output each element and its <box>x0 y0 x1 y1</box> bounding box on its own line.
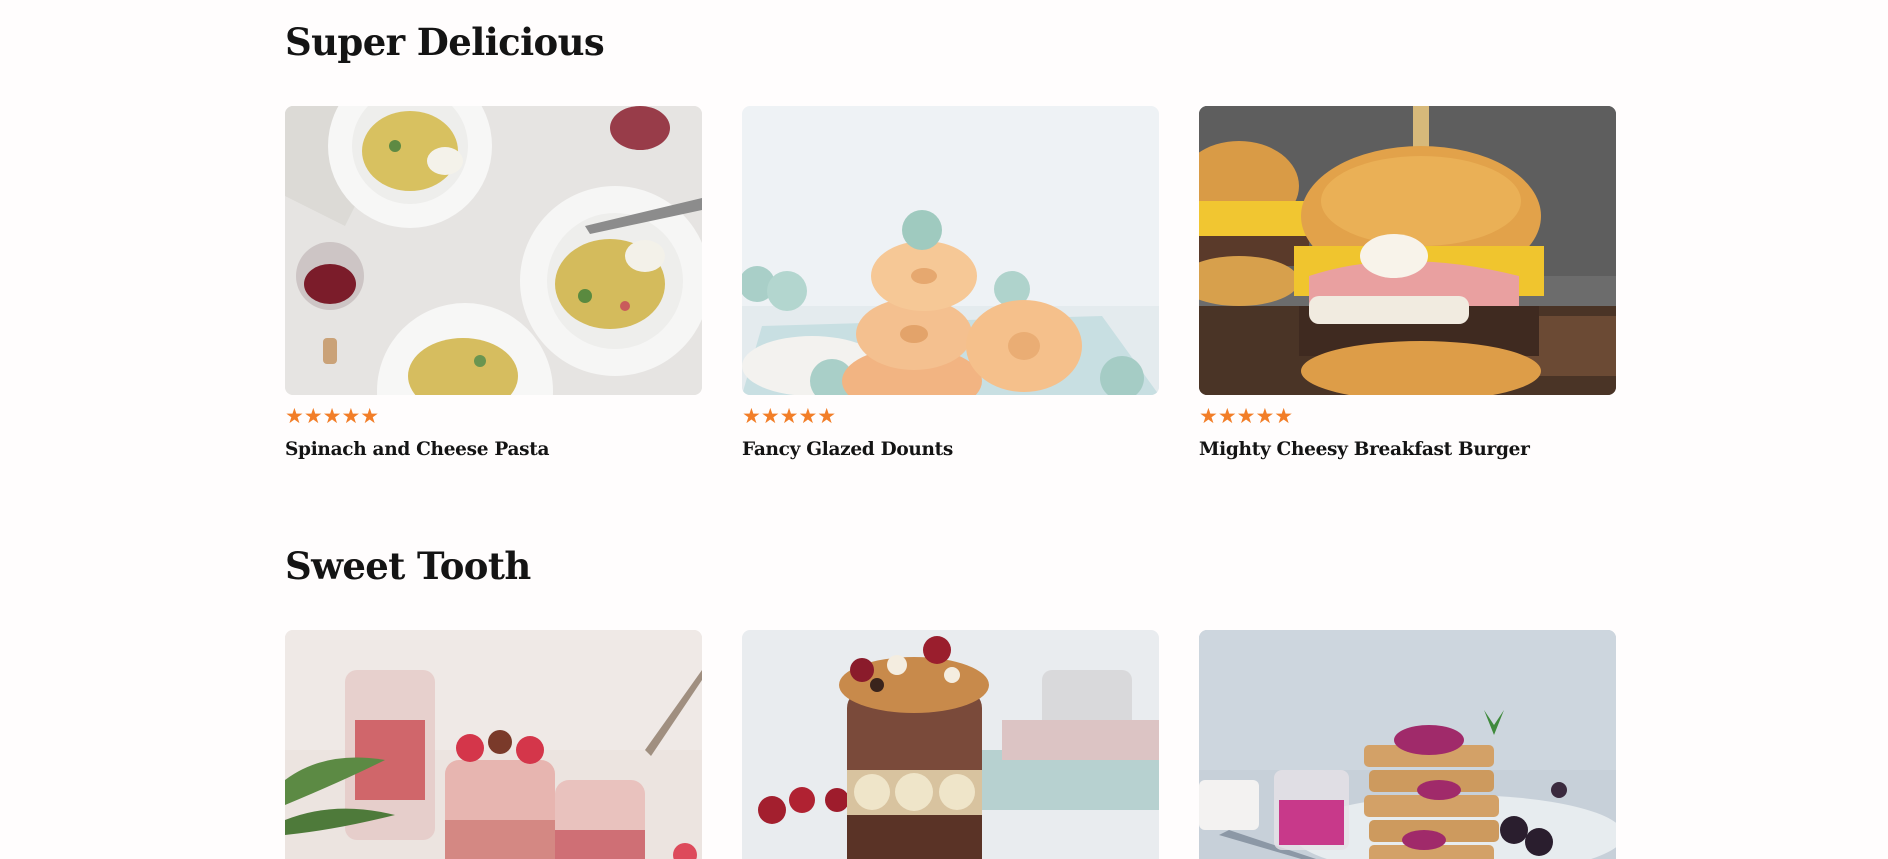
glazed-donuts-photo[interactable] <box>742 106 1159 395</box>
section-title: Sweet Tooth <box>285 544 531 588</box>
section-title: Super Delicious <box>285 20 605 64</box>
rating-stars: ★★★★★ <box>285 404 380 428</box>
recipe-card[interactable]: ★★★★★ Mighty Cheesy Breakfast Burger <box>1199 106 1616 460</box>
rating-stars: ★★★★★ <box>742 404 837 428</box>
recipe-card[interactable]: ★★★★★ Fancy Glazed Dounts <box>742 106 1159 460</box>
recipe-cards: ★★★★★ Spinach and Cheese Pasta ★★★★★ Fan… <box>285 106 1616 460</box>
recipe-card[interactable]: ★★★★★ Spinach and Cheese Pasta <box>285 106 702 460</box>
recipe-cards <box>285 630 1616 859</box>
recipe-card[interactable] <box>285 630 702 859</box>
breakfast-burger-photo[interactable] <box>1199 106 1616 395</box>
chocolate-banana-jar-photo[interactable] <box>742 630 1159 859</box>
berry-parfait-photo[interactable] <box>285 630 702 859</box>
section-sweet-tooth: Sweet Tooth <box>285 544 1616 859</box>
recipe-title[interactable]: Mighty Cheesy Breakfast Burger <box>1199 439 1616 460</box>
berry-waffle-stack-photo[interactable] <box>1199 630 1616 859</box>
recipe-card[interactable] <box>1199 630 1616 859</box>
recipe-card[interactable] <box>742 630 1159 859</box>
section-super-delicious: Super Delicious ★★★★★ Spinach and Cheese… <box>285 20 1616 464</box>
rating-stars: ★★★★★ <box>1199 404 1294 428</box>
pasta-photo[interactable] <box>285 106 702 395</box>
recipe-title[interactable]: Spinach and Cheese Pasta <box>285 439 702 460</box>
recipe-title[interactable]: Fancy Glazed Dounts <box>742 439 1159 460</box>
